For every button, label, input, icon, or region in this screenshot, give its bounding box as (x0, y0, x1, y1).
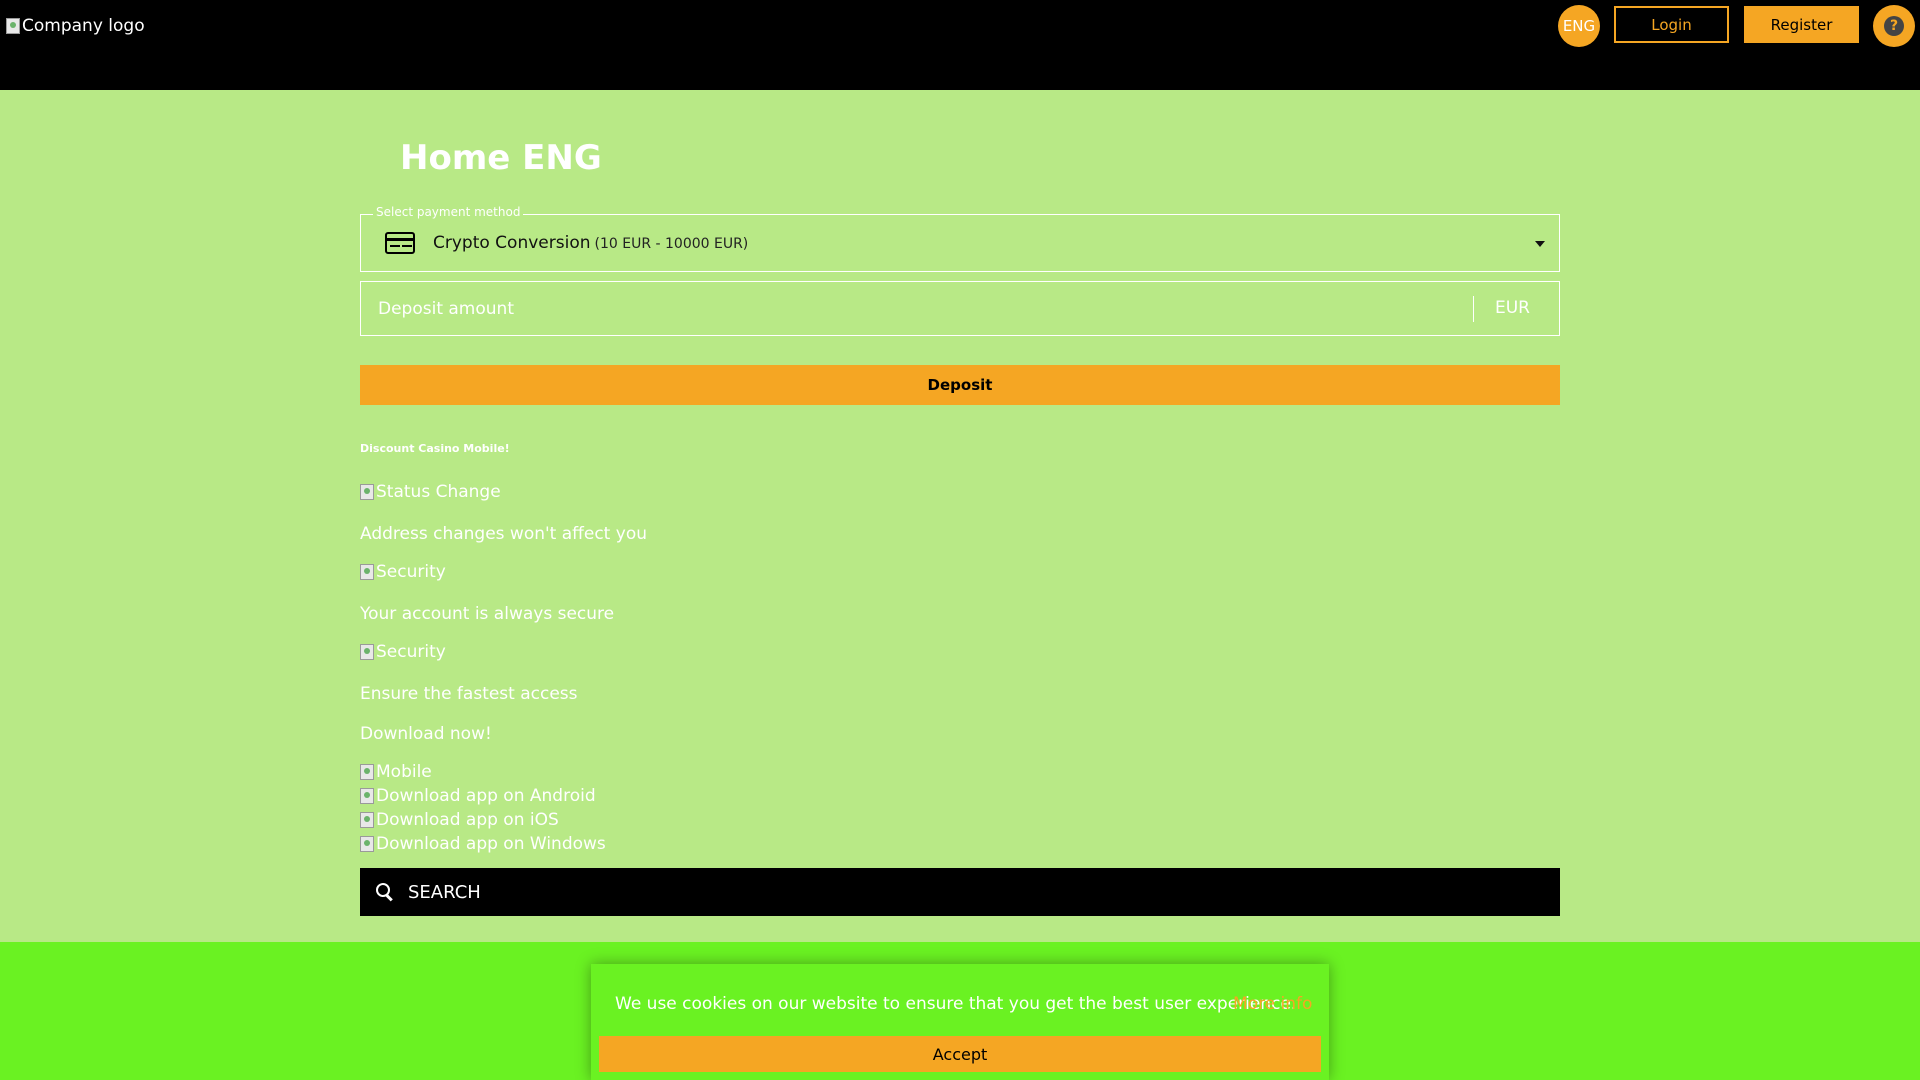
login-button[interactable]: Login (1614, 6, 1729, 43)
deposit-button[interactable]: Deposit (360, 365, 1560, 405)
search-icon (376, 883, 394, 901)
feature-text: Address changes won't affect you (360, 524, 647, 544)
feature-image-alt: Security (376, 642, 446, 662)
broken-image-icon (360, 812, 374, 828)
broken-image-icon (360, 484, 374, 500)
feature-text: Ensure the fastest access (360, 684, 578, 704)
feature-image-security: Security (360, 642, 446, 662)
broken-image-icon (360, 564, 374, 580)
payment-method-label: Select payment method (373, 205, 524, 219)
cookie-more-info-link[interactable]: More info (1233, 994, 1312, 1014)
page-title: Home ENG (400, 138, 602, 178)
cookie-banner: We use cookies on our website to ensure … (591, 964, 1329, 1080)
search-input[interactable] (408, 868, 1560, 916)
search-bar (360, 868, 1560, 916)
currency-label: EUR (1495, 298, 1530, 318)
promo-text: Discount Casino Mobile! (360, 442, 510, 455)
download-windows-link[interactable]: Download app on Windows (360, 834, 606, 854)
download-link-alt: Download app on iOS (376, 810, 559, 830)
chevron-down-icon (1535, 241, 1545, 247)
download-title: Download now! (360, 724, 492, 744)
language-button[interactable]: ENG (1558, 5, 1600, 47)
broken-image-icon (6, 18, 20, 34)
download-ios-link[interactable]: Download app on iOS (360, 810, 559, 830)
download-link-alt: Download app on Windows (376, 834, 606, 854)
download-android-link[interactable]: Download app on Android (360, 786, 596, 806)
broken-image-icon (360, 836, 374, 852)
feature-image-status-change: Status Change (360, 482, 501, 502)
feature-image-alt: Status Change (376, 482, 501, 502)
company-logo[interactable]: Company logo (6, 16, 145, 36)
feature-image-alt: Security (376, 562, 446, 582)
feature-image-security: Security (360, 562, 446, 582)
download-image-mobile: Mobile (360, 762, 432, 782)
payment-method-value: Crypto Conversion (10 EUR - 10000 EUR) (433, 233, 748, 253)
download-image-alt: Mobile (376, 762, 432, 782)
cookie-accept-button[interactable]: Accept (599, 1036, 1321, 1072)
register-button[interactable]: Register (1744, 6, 1859, 43)
help-icon: ? (1884, 16, 1904, 36)
payment-method-select[interactable]: Select payment method Crypto Conversion(… (360, 205, 1560, 272)
deposit-amount-field: EUR (360, 281, 1560, 336)
broken-image-icon (360, 644, 374, 660)
broken-image-icon (360, 788, 374, 804)
payment-method-range: (10 EUR - 10000 EUR) (594, 236, 749, 252)
download-link-alt: Download app on Android (376, 786, 596, 806)
payment-method-name: Crypto Conversion (433, 233, 591, 253)
help-button[interactable]: ? (1873, 5, 1915, 47)
company-logo-alt-text: Company logo (22, 16, 145, 36)
credit-card-icon (385, 232, 415, 254)
feature-text: Your account is always secure (360, 604, 615, 624)
top-header: Company logo ENG Login Register ? (0, 0, 1920, 90)
cookie-message: We use cookies on our website to ensure … (615, 994, 1297, 1014)
broken-image-icon (360, 764, 374, 780)
currency-divider (1473, 296, 1474, 322)
deposit-amount-input[interactable] (362, 283, 1462, 334)
